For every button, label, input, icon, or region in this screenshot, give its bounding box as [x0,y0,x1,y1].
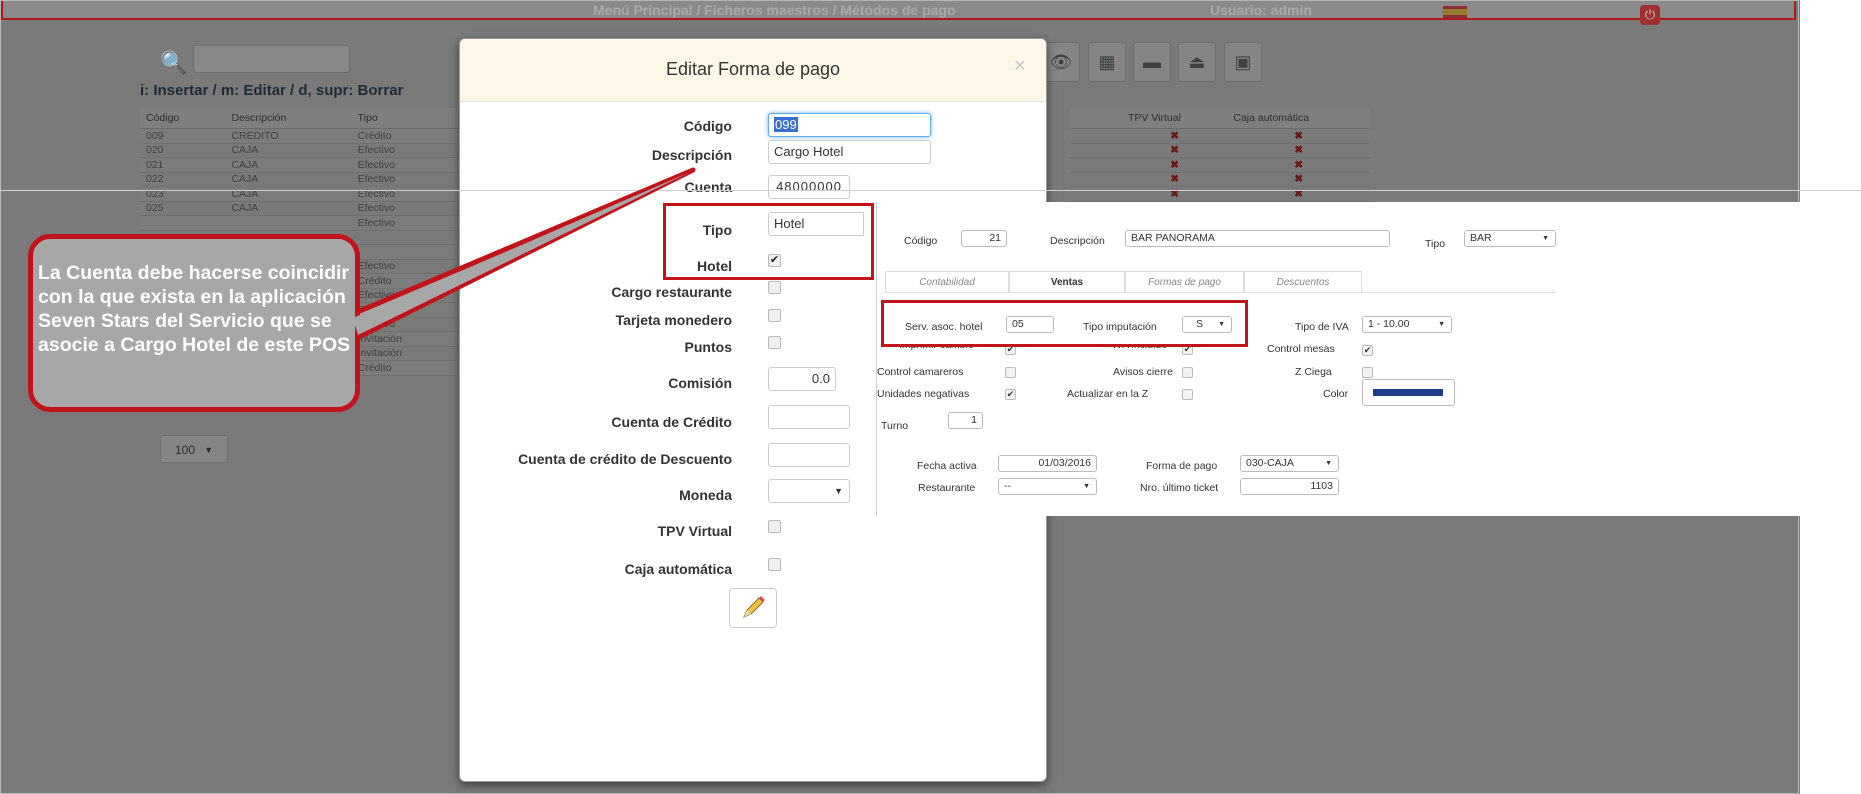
callout-arrow-joint [353,172,690,335]
